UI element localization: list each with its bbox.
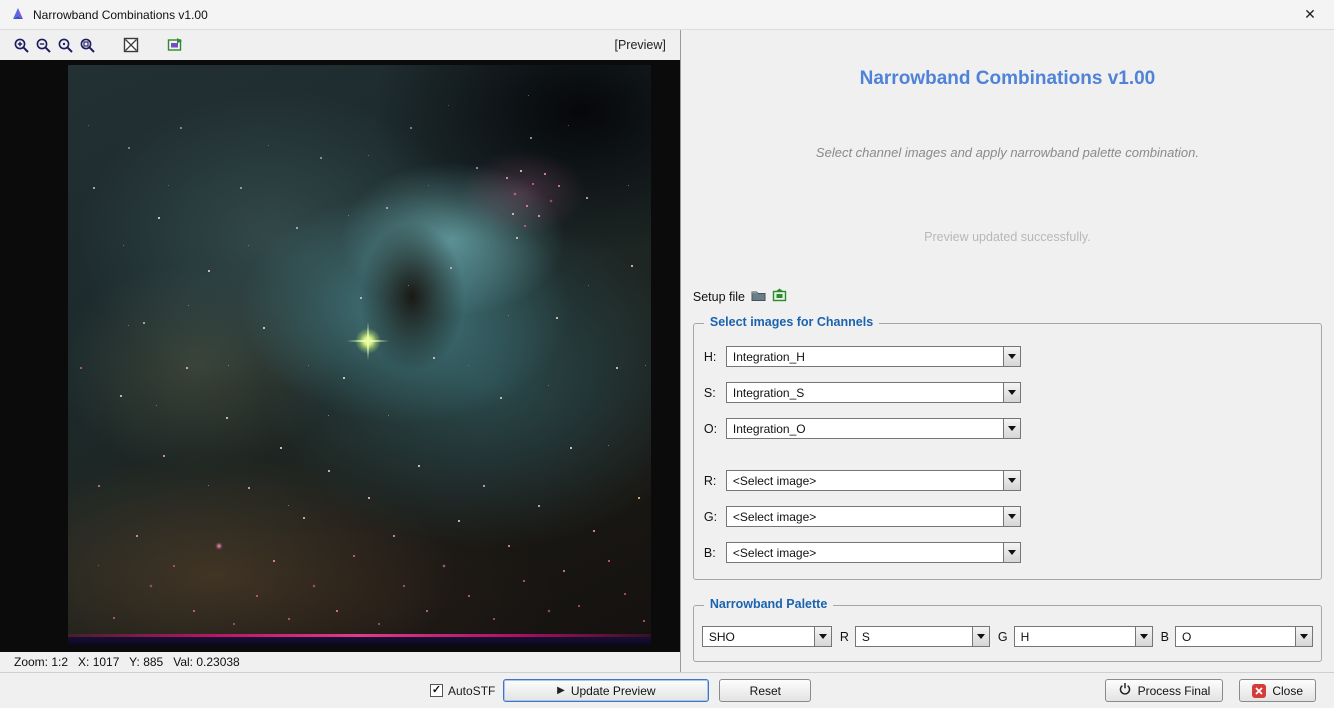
channels-groupbox: Select images for Channels H: Integratio…	[693, 323, 1322, 580]
channel-select-b[interactable]: <Select image>	[726, 542, 1021, 563]
palette-preset-select[interactable]: SHO	[702, 626, 832, 647]
title-bar: Narrowband Combinations v1.00 ✕	[0, 0, 1334, 30]
channel-label-h: H:	[704, 350, 726, 364]
channel-label-o: O:	[704, 422, 726, 436]
bright-star	[355, 328, 381, 354]
process-final-button[interactable]: Process Final	[1105, 679, 1224, 702]
channel-select-o-value: Integration_O	[727, 420, 1003, 438]
preview-pane: [Preview] Zoom: 1:2 X: 1017 Y: 885 Val: …	[0, 30, 680, 672]
palette-preset-value: SHO	[703, 628, 814, 646]
main-area: [Preview] Zoom: 1:2 X: 1017 Y: 885 Val: …	[0, 30, 1334, 672]
channel-label-r: R:	[704, 474, 726, 488]
settings-pane: Narrowband Combinations v1.00 Select cha…	[680, 30, 1334, 672]
reset-button[interactable]: Reset	[719, 679, 811, 702]
channel-row-b: B: <Select image>	[704, 542, 1311, 563]
channels-group-title: Select images for Channels	[704, 315, 879, 329]
zoom-out-icon[interactable]	[32, 34, 54, 56]
channel-select-h[interactable]: Integration_H	[726, 346, 1021, 367]
chevron-down-icon[interactable]	[1003, 419, 1020, 438]
channel-select-h-value: Integration_H	[727, 348, 1003, 366]
palette-g-value: H	[1015, 628, 1135, 646]
starfield-faint-layer	[68, 65, 69, 66]
preview-mode-label: [Preview]	[614, 38, 669, 52]
window-close-button[interactable]: ✕	[1296, 3, 1324, 27]
chevron-down-icon[interactable]	[1003, 543, 1020, 562]
channel-row-o: O: Integration_O	[704, 418, 1311, 439]
channel-select-g[interactable]: <Select image>	[726, 506, 1021, 527]
channel-row-h: H: Integration_H	[704, 346, 1311, 367]
setup-file-label: Setup file	[693, 290, 745, 304]
channel-select-s-value: Integration_S	[727, 384, 1003, 402]
palette-row: SHO R S G H B O	[702, 626, 1313, 647]
nebula-preview-image[interactable]	[68, 65, 651, 645]
window-title: Narrowband Combinations v1.00	[33, 8, 1296, 22]
screen-transfer-icon[interactable]	[164, 34, 186, 56]
update-preview-button[interactable]: ▶ Update Preview	[503, 679, 709, 702]
zoom-fit-icon[interactable]	[76, 34, 98, 56]
page-subtitle: Select channel images and apply narrowba…	[693, 145, 1322, 160]
palette-g-label: G	[998, 630, 1008, 644]
preview-toolbar: [Preview]	[0, 30, 680, 60]
app-logo-icon	[10, 7, 26, 23]
cursor-readout: Zoom: 1:2 X: 1017 Y: 885 Val: 0.23038	[14, 655, 240, 669]
palette-b-value: O	[1176, 628, 1295, 646]
palette-groupbox: Narrowband Palette SHO R S G H B	[693, 605, 1322, 662]
chevron-down-icon[interactable]	[1003, 471, 1020, 490]
page-title: Narrowband Combinations v1.00	[693, 68, 1322, 90]
channel-select-b-value: <Select image>	[727, 544, 1003, 562]
palette-r-value: S	[856, 628, 972, 646]
process-final-label: Process Final	[1138, 684, 1211, 698]
channel-label-s: S:	[704, 386, 726, 400]
bottom-bar: ✓ AutoSTF ▶ Update Preview Reset Process…	[0, 672, 1334, 708]
channel-row-g: G: <Select image>	[704, 506, 1311, 527]
power-icon	[1118, 682, 1132, 699]
reset-label: Reset	[750, 684, 781, 698]
autostf-checkbox-row[interactable]: ✓ AutoSTF	[430, 684, 495, 698]
play-icon: ▶	[557, 685, 565, 696]
palette-r-label: R	[840, 630, 849, 644]
close-x-icon	[1252, 684, 1266, 698]
channel-select-g-value: <Select image>	[727, 508, 1003, 526]
palette-g-select[interactable]: H	[1014, 626, 1153, 647]
zoom-in-icon[interactable]	[10, 34, 32, 56]
chevron-down-icon[interactable]	[1003, 347, 1020, 366]
channel-select-s[interactable]: Integration_S	[726, 382, 1021, 403]
delete-preview-icon[interactable]	[120, 34, 142, 56]
setup-file-row: Setup file	[693, 288, 1322, 305]
image-edge-band	[68, 637, 651, 645]
channel-select-r-value: <Select image>	[727, 472, 1003, 490]
open-setup-folder-icon[interactable]	[751, 289, 766, 305]
status-message: Preview updated successfully.	[693, 230, 1322, 244]
channel-select-r[interactable]: <Select image>	[726, 470, 1021, 491]
image-canvas[interactable]	[0, 60, 680, 652]
chevron-down-icon[interactable]	[1003, 383, 1020, 402]
channel-row-r: R: <Select image>	[704, 470, 1311, 491]
palette-group-title: Narrowband Palette	[704, 597, 833, 611]
chevron-down-icon[interactable]	[972, 627, 989, 646]
autostf-label: AutoSTF	[448, 684, 495, 698]
zoom-actual-size-icon[interactable]	[54, 34, 76, 56]
save-setup-file-icon[interactable]	[772, 288, 787, 305]
palette-b-label: B	[1161, 630, 1169, 644]
chevron-down-icon[interactable]	[814, 627, 831, 646]
close-button[interactable]: Close	[1239, 679, 1316, 702]
status-bar: Zoom: 1:2 X: 1017 Y: 885 Val: 0.23038	[0, 652, 680, 672]
chevron-down-icon[interactable]	[1295, 627, 1312, 646]
palette-b-select[interactable]: O	[1175, 626, 1313, 647]
channel-label-g: G:	[704, 510, 726, 524]
close-label: Close	[1272, 684, 1303, 698]
chevron-down-icon[interactable]	[1003, 507, 1020, 526]
update-preview-label: Update Preview	[571, 684, 656, 698]
channel-label-b: B:	[704, 546, 726, 560]
channel-select-o[interactable]: Integration_O	[726, 418, 1021, 439]
autostf-checkbox[interactable]: ✓	[430, 684, 443, 697]
chevron-down-icon[interactable]	[1135, 627, 1152, 646]
palette-r-select[interactable]: S	[855, 626, 990, 647]
channel-row-s: S: Integration_S	[704, 382, 1311, 403]
